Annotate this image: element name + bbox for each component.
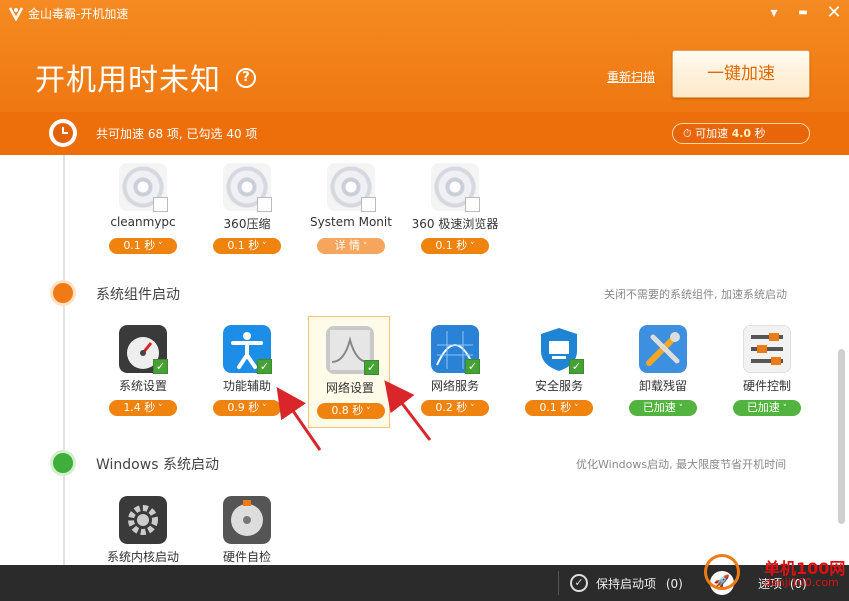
header: 金山毒霸-开机加速 ▾ ▬ ✕ 开机用时未知 ? 重新扫描 一键加速 共可加速 … <box>0 0 849 155</box>
item-name: 安全服务 <box>534 379 583 393</box>
minimize-button[interactable]: ▬ <box>792 3 814 23</box>
item-time-dropdown[interactable]: 0.9 秒 ˅ <box>213 400 281 416</box>
item-name: 系统设置 <box>118 379 167 393</box>
section-title-system: 系统组件启动 <box>96 287 180 303</box>
startup-item-hardware-selftest[interactable]: 硬件自检 <box>199 488 295 565</box>
item-time-dropdown[interactable]: 0.1 秒 ˅ <box>109 238 177 254</box>
app-logo-icon <box>8 7 24 21</box>
chevron-down-icon: ˅ <box>779 404 788 414</box>
item-name: 系统内核启动 <box>106 550 179 564</box>
startup-item-360-browser[interactable]: 360 极速浏览器 0.1 秒 ˅ <box>407 155 503 255</box>
startup-item-network-services[interactable]: ✓ 网络服务 0.2 秒 ˅ <box>407 317 503 417</box>
chevron-down-icon: ˅ <box>467 404 475 414</box>
item-name: 硬件自检 <box>222 550 271 564</box>
watermark-logo <box>704 554 740 590</box>
startup-item-system-settings[interactable]: ✓ 系统设置 1.4 秒 ˅ <box>95 317 191 417</box>
startup-item-security-services[interactable]: ✓ 安全服务 0.1 秒 ˅ <box>511 317 607 417</box>
menu-dropdown-button[interactable]: ▾ <box>763 3 785 23</box>
system-components-icon <box>50 280 76 306</box>
startup-item-cleanmypc[interactable]: cleanmypc 0.1 秒 ˅ <box>95 155 191 255</box>
clock-icon <box>49 119 77 147</box>
item-time-dropdown[interactable]: 0.1 秒 ˅ <box>421 238 489 254</box>
startup-item-system-monitor[interactable]: System Monit 详 情 ˅ <box>303 155 399 255</box>
item-checkbox[interactable]: ✓ <box>465 359 480 374</box>
footer-divider <box>558 571 559 595</box>
item-checkbox[interactable] <box>257 197 272 212</box>
item-time-dropdown[interactable]: 0.2 秒 ˅ <box>421 400 489 416</box>
item-time-dropdown[interactable]: 0.1 秒 ˅ <box>213 238 281 254</box>
section-hint-system: 关闭不需要的系统组件, 加速系统启动 <box>604 288 787 301</box>
item-name: System Monit <box>310 215 392 229</box>
startup-item-kernel[interactable]: 系统内核启动 <box>95 488 191 565</box>
chevron-down-icon: ˅ <box>259 242 267 252</box>
item-name: cleanmypc <box>110 215 176 229</box>
stopwatch-icon: ⏱ <box>683 127 692 140</box>
item-checkbox[interactable]: ✓ <box>153 359 168 374</box>
item-name: 网络设置 <box>325 381 374 395</box>
chevron-down-icon: ˅ <box>467 242 475 252</box>
item-time-dropdown[interactable]: 0.1 秒 ˅ <box>525 400 593 416</box>
speed-prefix: 可加速 <box>695 127 729 140</box>
sliders-icon <box>743 325 791 373</box>
vertical-scrollbar[interactable] <box>838 349 845 524</box>
item-status-dropdown[interactable]: 已加速 ˅ <box>733 400 801 416</box>
chevron-down-icon: ˅ <box>259 404 267 414</box>
startup-item-hardware-control[interactable]: 硬件控制 已加速 ˅ <box>719 317 815 417</box>
chevron-down-icon: ˅ <box>363 407 371 417</box>
section-title-windows: Windows 系统启动 <box>96 457 219 473</box>
close-button[interactable]: ✕ <box>823 3 845 23</box>
watermark-line2: danji100.com <box>764 576 839 589</box>
item-name: 卸载残留 <box>638 379 687 393</box>
startup-item-uninstall-leftovers[interactable]: 卸载残留 已加速 ˅ <box>615 317 711 417</box>
chevron-down-icon: ˅ <box>571 404 579 414</box>
summary-text: 共可加速 68 项, 已勾选 40 项 <box>96 127 258 141</box>
item-checkbox[interactable]: ✓ <box>364 360 379 375</box>
item-name: 功能辅助 <box>222 379 271 393</box>
item-name: 360 极速浏览器 <box>411 217 499 231</box>
startup-item-network-settings[interactable]: ✓ 网络设置 0.8 秒 ˅ <box>308 316 390 428</box>
hard-disk-icon <box>223 496 271 544</box>
item-time-dropdown[interactable]: 1.4 秒 ˅ <box>109 400 177 416</box>
item-checkbox[interactable]: ✓ <box>569 359 584 374</box>
speed-value: 4.0 <box>731 127 752 140</box>
speed-indicator: ⏱ 可加速 4.0 秒 <box>672 123 810 144</box>
item-status-dropdown[interactable]: 已加速 ˅ <box>629 400 697 416</box>
item-details-dropdown[interactable]: 详 情 ˅ <box>317 238 385 254</box>
chevron-down-icon: ˅ <box>360 242 368 252</box>
keep-startup-link[interactable]: 保持启动项 (0) <box>596 575 683 592</box>
keep-startup-label: 保持启动项 <box>596 577 657 591</box>
timeline-line <box>63 155 65 565</box>
item-time-dropdown[interactable]: 0.8 秒 ˅ <box>317 403 385 419</box>
windows-logo-icon <box>50 450 76 476</box>
watermark: 单机100网 danji100.com <box>704 552 849 601</box>
one-click-accelerate-button[interactable]: 一键加速 <box>672 50 810 98</box>
startup-item-360zip[interactable]: 360压缩 0.1 秒 ˅ <box>199 155 295 255</box>
item-checkbox[interactable] <box>361 197 376 212</box>
chevron-down-icon: ˅ <box>155 404 163 414</box>
chevron-down-icon: ˅ <box>155 242 163 252</box>
keep-startup-count: (0) <box>665 577 683 591</box>
startup-items-panel[interactable]: cleanmypc 0.1 秒 ˅ 360压缩 0.1 秒 ˅ System M… <box>0 155 849 565</box>
boot-time-title: 开机用时未知 <box>35 63 221 98</box>
title-bar: 金山毒霸-开机加速 ▾ ▬ ✕ <box>0 0 849 26</box>
rescan-link[interactable]: 重新扫描 <box>607 68 655 85</box>
item-checkbox[interactable] <box>465 197 480 212</box>
item-checkbox[interactable] <box>153 197 168 212</box>
gear-icon <box>119 496 167 544</box>
item-name: 网络服务 <box>430 379 479 393</box>
item-name: 360压缩 <box>223 217 271 231</box>
chevron-down-icon: ˅ <box>675 404 684 414</box>
tools-icon <box>639 325 687 373</box>
startup-item-accessibility[interactable]: ✓ 功能辅助 0.9 秒 ˅ <box>199 317 295 417</box>
keep-startup-icon[interactable]: ✓ <box>570 574 588 592</box>
item-checkbox[interactable]: ✓ <box>257 359 272 374</box>
window-title: 金山毒霸-开机加速 <box>28 7 129 21</box>
item-name: 硬件控制 <box>742 379 791 393</box>
section-hint-windows: 优化Windows启动, 最大限度节省开机时间 <box>576 458 787 471</box>
speed-unit: 秒 <box>754 127 766 140</box>
help-icon[interactable]: ? <box>236 68 256 88</box>
